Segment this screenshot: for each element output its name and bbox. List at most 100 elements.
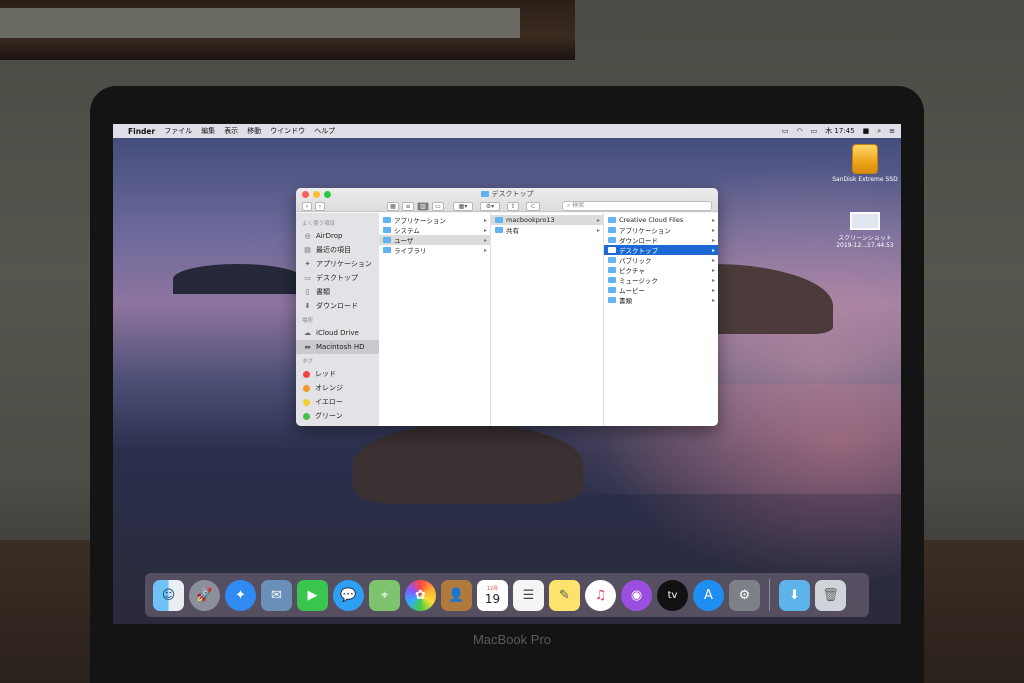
list-item[interactable]: 共有 ▸ <box>491 225 603 235</box>
calendar-icon[interactable]: 12月 19 <box>477 579 508 611</box>
list-item[interactable]: Creative Cloud Files ▸ <box>604 215 718 225</box>
system-preferences-gear-icon[interactable]: ⚙ <box>729 579 760 611</box>
sidebar-tag-red[interactable]: レッド <box>296 367 379 381</box>
sidebar-tag-green[interactable]: グリーン <box>296 409 379 423</box>
tv-label: tv <box>667 589 678 601</box>
apple-tv-icon[interactable]: tv <box>657 579 688 611</box>
tag-icon[interactable]: ⊂ <box>526 201 540 211</box>
sidebar-item-recents[interactable]: ▤ 最近の項目 <box>296 243 379 257</box>
action-gear-icon[interactable]: ⚙▾ <box>480 201 500 211</box>
external-drive-icon <box>852 144 878 174</box>
launchpad-rocket-icon[interactable]: 🚀 <box>189 579 220 611</box>
contacts-book-icon[interactable]: 👤 <box>441 579 472 611</box>
sidebar-item-icloud[interactable]: ☁ iCloud Drive <box>296 326 379 340</box>
column-users: macbookpro13 ▸ 共有 ▸ <box>491 213 604 426</box>
sidebar-locations-header: 場所 <box>302 318 314 324</box>
column-browser: アプリケーション ▸ システム ▸ ユーザ ▸ ライブラリ ▸ macbookpro13… <box>379 213 718 426</box>
share-icon[interactable]: ⇪ <box>507 201 519 211</box>
desktop-screenshot-file[interactable]: スクリーンショット 2019-12...17.44.53 <box>830 212 900 249</box>
spotlight-icon[interactable]: ⌕ <box>877 127 881 136</box>
menu-app-name[interactable]: Finder <box>128 127 155 136</box>
list-item[interactable]: ライブラリ ▸ <box>379 245 490 255</box>
sidebar-item-label: ダウンロード <box>316 302 358 310</box>
list-item[interactable]: ピクチャ ▸ <box>604 265 718 275</box>
menu-bar: Finder ファイル 編集 表示 移動 ウインドウ ヘルプ ▭ ◠ ▭ 木 1… <box>113 124 901 138</box>
sidebar-item-applications[interactable]: ✦ アプリケーション <box>296 257 379 271</box>
list-item[interactable]: アプリケーション ▸ <box>604 225 718 235</box>
picture-frame <box>0 0 575 60</box>
sidebar-item-label: 最近の項目 <box>316 246 351 254</box>
group-button[interactable]: ▦▾ <box>453 201 473 211</box>
search-input[interactable]: ⌕ 検索 <box>562 201 712 211</box>
preview-eagle-icon[interactable]: ✉ <box>261 579 292 611</box>
menu-edit[interactable]: 編集 <box>201 126 215 136</box>
desktop-ssd-label: SanDisk Extreme SSD <box>832 176 898 183</box>
downloads-folder-icon[interactable]: ⬇ <box>779 579 810 611</box>
list-item[interactable]: macbookpro13 ▸ <box>491 215 603 225</box>
music-note-icon[interactable]: ♫ <box>585 579 616 611</box>
chevron-right-icon: ▸ <box>483 216 487 224</box>
finder-dock-icon[interactable]: ☺ <box>153 579 184 611</box>
safari-compass-icon[interactable]: ✦ <box>225 579 256 611</box>
list-item[interactable]: ミュージック ▸ <box>604 275 718 285</box>
sidebar-tag-orange[interactable]: オレンジ <box>296 381 379 395</box>
sidebar-tag-yellow[interactable]: イエロー <box>296 395 379 409</box>
facetime-camera-icon[interactable]: ▶ <box>297 579 328 611</box>
menu-clock[interactable]: 木 17:45 <box>825 126 854 136</box>
view-columns-button[interactable]: ▥ <box>417 201 429 211</box>
back-button[interactable]: ‹ <box>302 201 312 211</box>
podcasts-icon[interactable]: ◉ <box>621 579 652 611</box>
chevron-right-icon: ▸ <box>711 256 715 264</box>
recents-icon: ▤ <box>304 246 311 254</box>
reminders-list-icon[interactable]: ☰ <box>513 579 544 611</box>
messages-bubble-icon[interactable]: 💬 <box>333 579 364 611</box>
column-root: アプリケーション ▸ システム ▸ ユーザ ▸ ライブラリ ▸ <box>379 213 491 426</box>
applications-icon: ✦ <box>304 260 311 268</box>
sidebar-item-documents[interactable]: ▯ 書類 <box>296 285 379 299</box>
wifi-icon[interactable]: ◠ <box>796 127 802 135</box>
menu-go[interactable]: 移動 <box>247 126 261 136</box>
list-item-selected[interactable]: デスクトップ ▸ <box>604 245 718 255</box>
list-item[interactable]: ダウンロード ▸ <box>604 235 718 245</box>
view-gallery-button[interactable]: ▭ <box>432 201 444 211</box>
menu-file[interactable]: ファイル <box>164 126 192 136</box>
list-item[interactable]: ユーザ ▸ <box>379 235 490 245</box>
finder-sidebar: よく使う項目 ◎ AirDrop ▤ 最近の項目 ✦ アプリケーション ▭ デスクトップ… <box>296 213 379 426</box>
list-item[interactable]: パブリック ▸ <box>604 255 718 265</box>
folder-icon <box>608 297 616 303</box>
sidebar-item-airdrop[interactable]: ◎ AirDrop <box>296 229 379 243</box>
list-item[interactable]: アプリケーション ▸ <box>379 215 490 225</box>
sidebar-item-desktop[interactable]: ▭ デスクトップ <box>296 271 379 285</box>
folder-icon <box>383 237 391 243</box>
notes-icon[interactable]: ✎ <box>549 579 580 611</box>
forward-button[interactable]: › <box>315 201 325 211</box>
list-item[interactable]: ムービー ▸ <box>604 285 718 295</box>
list-item-label: システム <box>394 227 420 235</box>
finder-titlebar[interactable]: デスクトップ ‹ › ▦ ≡ ▥ ▭ ▦▾ ⚙▾ ⇪ ⊂ ⌕ 検索 <box>296 188 718 212</box>
sidebar-item-macintosh-hd[interactable]: ▬ Macintosh HD <box>296 340 379 354</box>
sidebar-item-downloads[interactable]: ⬇ ダウンロード <box>296 299 379 313</box>
list-item-label: 書類 <box>619 297 632 305</box>
control-center-icon[interactable]: ≡ <box>889 127 895 135</box>
airplay-icon[interactable]: ▭ <box>782 127 789 135</box>
sidebar-item-label: Macintosh HD <box>316 343 365 351</box>
view-icons-button[interactable]: ▦ <box>387 201 399 211</box>
folder-icon <box>608 287 616 293</box>
menu-help[interactable]: ヘルプ <box>314 126 335 136</box>
tag-green-dot <box>303 412 310 420</box>
desktop-ssd-drive[interactable]: SanDisk Extreme SSD <box>830 144 900 183</box>
maps-icon[interactable]: ⌖ <box>369 579 400 611</box>
photos-icon[interactable]: ✿ <box>405 579 436 611</box>
app-store-icon[interactable]: A <box>693 579 724 611</box>
input-method-icon[interactable]: ■ <box>863 127 870 135</box>
list-item-label: ミュージック <box>619 277 658 285</box>
battery-icon[interactable]: ▭ <box>811 127 818 135</box>
folder-icon <box>383 247 391 253</box>
list-item[interactable]: 書類 ▸ <box>604 295 718 305</box>
view-list-button[interactable]: ≡ <box>402 201 414 211</box>
menu-view[interactable]: 表示 <box>224 126 238 136</box>
list-item[interactable]: システム ▸ <box>379 225 490 235</box>
list-item-label: ムービー <box>619 287 645 295</box>
menu-window[interactable]: ウインドウ <box>270 126 305 136</box>
trash-icon[interactable]: 🗑 <box>815 579 846 611</box>
